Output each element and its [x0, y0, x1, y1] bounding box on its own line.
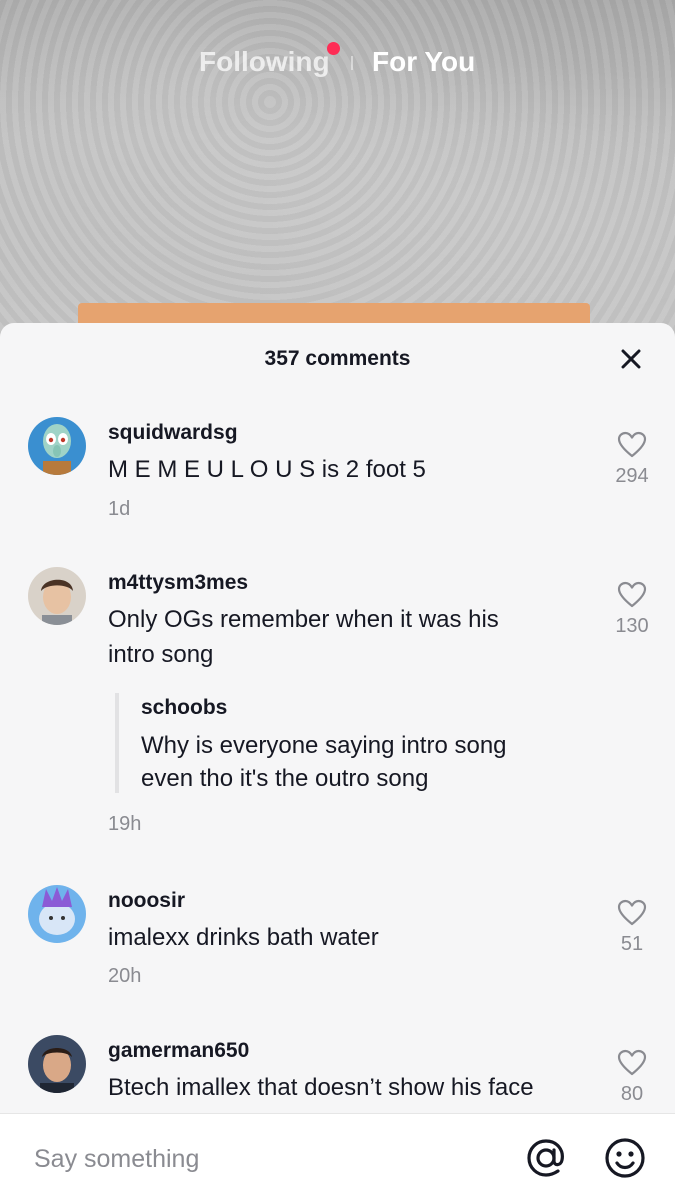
comment-item: m4ttysm3mes Only OGs remember when it wa…	[0, 563, 675, 843]
comment-time: 1d	[108, 498, 131, 520]
heart-icon	[617, 581, 647, 608]
like-button[interactable]: 51	[604, 899, 660, 956]
emoji-icon[interactable]	[603, 1136, 647, 1180]
comment-input-bar	[0, 1113, 675, 1201]
top-navigation: Following For You	[0, 42, 675, 82]
heart-icon	[617, 1049, 647, 1076]
at-icon[interactable]	[524, 1136, 568, 1180]
comment-time: 19h	[108, 813, 142, 835]
heart-icon	[617, 431, 647, 458]
like-count: 80	[620, 1083, 644, 1105]
reply-divider	[115, 693, 119, 793]
tab-for-you[interactable]: For You	[372, 46, 475, 78]
comment-username[interactable]: m4ttysm3mes	[108, 571, 248, 595]
reply-username[interactable]: schoobs	[141, 696, 227, 720]
comment-count-title: 357 comments	[264, 347, 411, 370]
reply-text: Why is everyone saying intro song even t…	[141, 732, 507, 792]
comment-input[interactable]	[32, 1138, 496, 1180]
like-button[interactable]: 130	[604, 581, 660, 638]
like-count: 51	[620, 933, 644, 955]
tab-following[interactable]: Following	[199, 46, 330, 78]
comment-username[interactable]: squidwardsg	[108, 421, 238, 445]
comment-text: Only OGs remember when it was his intro …	[108, 606, 499, 668]
like-button[interactable]: 80	[604, 1049, 660, 1106]
comment-item: squidwardsg M E M E U L O U S is 2 foot …	[0, 413, 675, 533]
like-count: 294	[615, 465, 649, 487]
comments-header: 357 comments	[0, 323, 675, 395]
user-photo-avatar[interactable]	[28, 567, 86, 625]
cartoon-avatar[interactable]	[28, 885, 86, 943]
like-count: 130	[615, 615, 649, 637]
comment-text: imalexx drinks bath water	[108, 924, 379, 951]
comment-username[interactable]: nooosir	[108, 889, 185, 913]
comment-text: M E M E U L O U S is 2 foot 5	[108, 456, 426, 483]
comment-text: Btech imallex that doesn’t show his face	[108, 1074, 534, 1101]
user-photo-avatar[interactable]	[28, 1035, 86, 1093]
comments-sheet: 357 comments squidwardsg M E M E U L O U…	[0, 323, 675, 1200]
like-button[interactable]: 294	[604, 431, 660, 488]
comment-username[interactable]: gamerman650	[108, 1039, 249, 1063]
close-icon[interactable]	[617, 345, 645, 373]
squidward-avatar[interactable]	[28, 417, 86, 475]
comment-item: nooosir imalexx drinks bath water 20h 51	[0, 881, 675, 1001]
nav-divider	[351, 56, 353, 70]
heart-icon	[617, 899, 647, 926]
notification-dot	[327, 42, 340, 55]
comment-time: 20h	[108, 965, 142, 987]
